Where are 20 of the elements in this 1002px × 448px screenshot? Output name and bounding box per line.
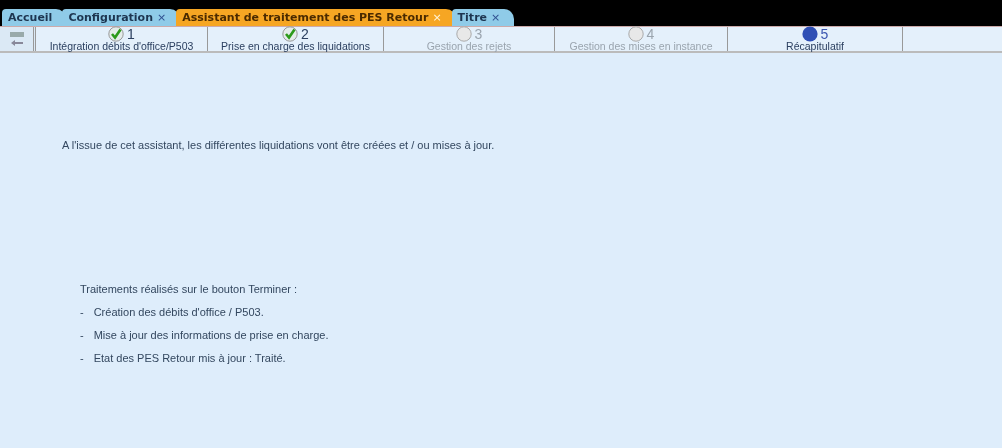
back-icon[interactable] (0, 27, 36, 51)
check-icon (108, 25, 125, 42)
wizard-step[interactable]: 1 Intégration débits d'office/P503 (36, 27, 208, 51)
filled-circle-icon (801, 25, 818, 42)
bullet: - (80, 306, 84, 318)
close-icon[interactable]: × (491, 11, 501, 24)
empty-circle-icon (627, 25, 644, 42)
action-text: Création des débits d'office / P503. (93, 306, 264, 318)
empty-circle-icon (455, 25, 472, 42)
wizard-step[interactable]: 2 Prise en charge des liquidations (208, 27, 384, 51)
close-icon[interactable]: × (157, 11, 167, 24)
actions-title: Traitements réalisés sur le bouton Terminer : (80, 283, 299, 295)
intro-text: A l'issue de cet assistant, les différentes liquidations vont être créées et / ou mises à jour. (62, 139, 496, 151)
bullet: - (80, 329, 84, 341)
bullet: - (80, 352, 84, 364)
action-text: Etat des PES Retour mis à jour : Traité. (93, 352, 286, 364)
action-text: Mise à jour des informations de prise en charge. (93, 329, 329, 341)
wizard-step[interactable]: 5 Récapitulatif (728, 27, 903, 51)
check-icon (282, 25, 299, 42)
tab[interactable]: Titre × (451, 9, 515, 26)
